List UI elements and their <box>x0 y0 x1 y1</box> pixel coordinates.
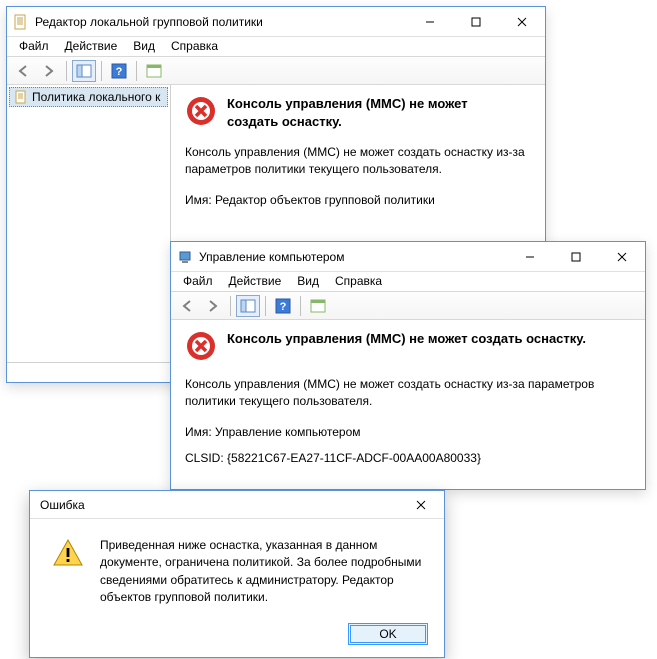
back-button[interactable] <box>11 60 35 82</box>
back-button[interactable] <box>175 295 199 317</box>
menu-help[interactable]: Справка <box>327 272 390 291</box>
dialog-footer: OK <box>30 617 444 657</box>
svg-text:?: ? <box>116 66 123 78</box>
error-icon <box>185 95 217 127</box>
menu-file[interactable]: Файл <box>11 37 57 56</box>
error-body-text: Консоль управления (MMC) не может создат… <box>185 376 631 410</box>
menu-view[interactable]: Вид <box>125 37 163 56</box>
minimize-button[interactable] <box>507 242 553 272</box>
compmgmt-icon <box>177 249 193 265</box>
dialog-body: Приведенная ниже оснастка, указанная в д… <box>30 519 444 617</box>
tree-panel: Политика локального к <box>7 85 171 362</box>
maximize-button[interactable] <box>453 7 499 37</box>
dialog-title: Ошибка <box>36 498 398 512</box>
toolbar-separator <box>300 296 301 316</box>
tree-item-label: Политика локального к <box>32 90 160 104</box>
titlebar-compmgmt: Управление компьютером <box>171 242 645 272</box>
window-title: Управление компьютером <box>199 250 507 264</box>
error-icon <box>185 330 217 362</box>
help-button[interactable]: ? <box>271 295 295 317</box>
toolbar-separator <box>230 296 231 316</box>
menu-action[interactable]: Действие <box>221 272 290 291</box>
error-name-line: Имя: Управление компьютером <box>185 424 631 441</box>
toolbar-separator <box>136 61 137 81</box>
minimize-button[interactable] <box>407 7 453 37</box>
dialog-error: Ошибка Приведенная ниже оснастка, указан… <box>29 490 445 658</box>
error-heading: Консоль управления (MMC) не может создат… <box>227 330 586 362</box>
show-tree-button[interactable] <box>72 60 96 82</box>
gpedit-icon <box>13 14 29 30</box>
titlebar-gpedit: Редактор локальной групповой политики <box>7 7 545 37</box>
properties-button[interactable] <box>306 295 330 317</box>
error-panel: Консоль управления (MMC) не может создат… <box>171 320 645 491</box>
forward-button[interactable] <box>201 295 225 317</box>
help-button[interactable]: ? <box>107 60 131 82</box>
error-heading: Консоль управления (MMC) не может создат… <box>227 95 468 130</box>
menubar: Файл Действие Вид Справка <box>7 37 545 57</box>
toolbar-separator <box>101 61 102 81</box>
document-icon <box>14 90 28 104</box>
warning-icon <box>52 537 84 569</box>
close-button[interactable] <box>499 7 545 37</box>
menubar: Файл Действие Вид Справка <box>171 272 645 292</box>
toolbar-separator <box>66 61 67 81</box>
menu-file[interactable]: Файл <box>175 272 221 291</box>
toolbar-separator <box>265 296 266 316</box>
dialog-text: Приведенная ниже оснастка, указанная в д… <box>100 537 428 607</box>
tree-item-local-policy[interactable]: Политика локального к <box>9 87 168 107</box>
close-button[interactable] <box>398 490 444 520</box>
svg-text:?: ? <box>280 301 287 313</box>
menu-help[interactable]: Справка <box>163 37 226 56</box>
show-tree-button[interactable] <box>236 295 260 317</box>
window-title: Редактор локальной групповой политики <box>35 15 407 29</box>
forward-button[interactable] <box>37 60 61 82</box>
error-clsid-line: CLSID: {58221C67-EA27-11CF-ADCF-00AA00A8… <box>185 450 631 467</box>
toolbar: ? <box>171 292 645 320</box>
error-name-line: Имя: Редактор объектов групповой политик… <box>185 192 531 209</box>
error-body-text: Консоль управления (MMC) не может создат… <box>185 144 531 178</box>
properties-button[interactable] <box>142 60 166 82</box>
maximize-button[interactable] <box>553 242 599 272</box>
titlebar-dialog: Ошибка <box>30 491 444 519</box>
window-compmgmt: Управление компьютером Файл Действие Вид… <box>170 241 646 490</box>
menu-view[interactable]: Вид <box>289 272 327 291</box>
toolbar: ? <box>7 57 545 85</box>
close-button[interactable] <box>599 242 645 272</box>
ok-button[interactable]: OK <box>348 623 428 645</box>
menu-action[interactable]: Действие <box>57 37 126 56</box>
